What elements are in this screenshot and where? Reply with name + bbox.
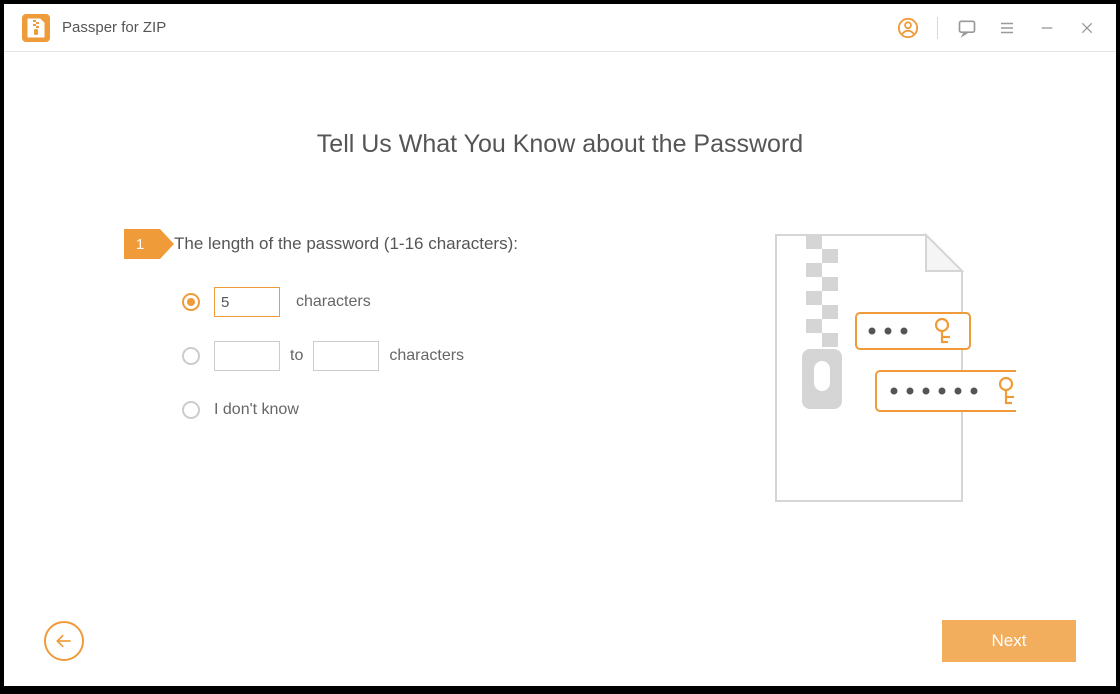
- form-left-column: 1 The length of the password (1-16 chara…: [64, 229, 518, 449]
- content-area: Tell Us What You Know about the Password…: [4, 52, 1116, 519]
- range-from-input[interactable]: [214, 341, 280, 371]
- option-unknown: I don't know: [182, 395, 518, 425]
- app-icon: [22, 14, 50, 42]
- zip-file-icon: [27, 18, 45, 38]
- illustration: [756, 229, 1016, 519]
- option-exact-length: characters: [182, 287, 518, 317]
- close-button[interactable]: [1076, 17, 1098, 39]
- account-icon[interactable]: [897, 17, 919, 39]
- radio-exact[interactable]: [182, 293, 200, 311]
- feedback-icon[interactable]: [956, 17, 978, 39]
- radio-range[interactable]: [182, 347, 200, 365]
- step-number-badge: 1: [124, 229, 160, 259]
- form-area: 1 The length of the password (1-16 chara…: [64, 229, 1056, 519]
- unknown-label: I don't know: [214, 401, 299, 419]
- next-button[interactable]: Next: [942, 620, 1076, 662]
- window-controls: [897, 17, 1098, 39]
- radio-unknown[interactable]: [182, 401, 200, 419]
- app-title: Passper for ZIP: [62, 19, 166, 36]
- titlebar: Passper for ZIP: [4, 4, 1116, 52]
- range-to-input[interactable]: [313, 341, 379, 371]
- arrow-left-icon: [54, 631, 74, 651]
- range-connector: to: [290, 347, 303, 365]
- step-row: 1 The length of the password (1-16 chara…: [124, 229, 518, 259]
- back-button[interactable]: [44, 621, 84, 661]
- options-group: characters to characters I don't know: [124, 287, 518, 425]
- option-range-length: to characters: [182, 341, 518, 371]
- menu-icon[interactable]: [996, 17, 1018, 39]
- exact-length-input[interactable]: [214, 287, 280, 317]
- divider: [937, 17, 938, 39]
- step-label: The length of the password (1-16 charact…: [174, 234, 518, 254]
- app-window: Passper for ZIP: [4, 4, 1116, 686]
- exact-unit-label: characters: [296, 293, 371, 311]
- page-heading: Tell Us What You Know about the Password: [64, 130, 1056, 159]
- range-unit-label: characters: [389, 347, 464, 365]
- footer: Next: [4, 596, 1116, 686]
- minimize-button[interactable]: [1036, 17, 1058, 39]
